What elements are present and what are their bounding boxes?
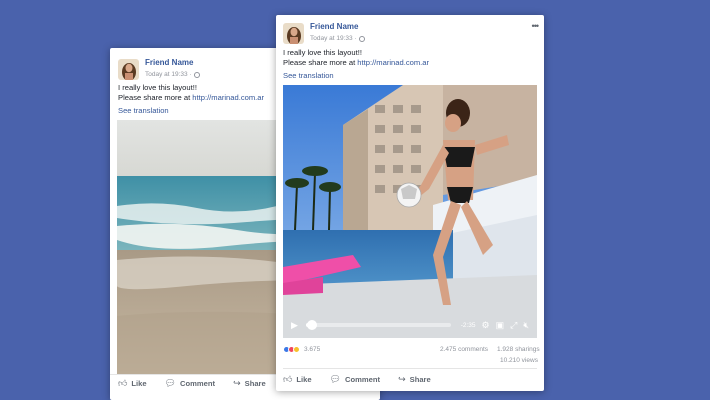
share-button[interactable]: ↪ Share xyxy=(233,378,266,389)
author-name[interactable]: Friend Name xyxy=(310,21,365,33)
fullscreen-icon[interactable]: ⤢ xyxy=(510,320,517,330)
post-link[interactable]: http://marinad.com.ar xyxy=(192,93,264,102)
play-icon[interactable]: ▶ xyxy=(291,320,298,330)
post-link[interactable]: http://marinad.com.ar xyxy=(357,58,429,67)
like-button[interactable]: 👍︎ Like xyxy=(283,374,312,385)
more-dots-icon[interactable]: ••• xyxy=(532,21,540,31)
share-icon: ↪ xyxy=(233,378,241,388)
post-actions: 👍︎ Like 💬︎ Comment ↪ Share xyxy=(283,374,449,385)
author-name[interactable]: Friend Name xyxy=(145,57,200,69)
globe-icon xyxy=(193,72,200,78)
globe-icon xyxy=(358,36,365,42)
sharings-count[interactable]: 1.928 sharings xyxy=(497,346,540,353)
divider xyxy=(283,368,537,369)
comment-button[interactable]: 💬︎ Comment xyxy=(330,374,380,385)
wow-reaction-icon xyxy=(293,346,300,353)
front-post-card: Friend Name Today at 19:33 · ••• I reall… xyxy=(276,15,544,391)
avatar[interactable] xyxy=(283,22,304,44)
progress-handle[interactable] xyxy=(306,320,317,330)
reactions-summary[interactable]: 3.675 xyxy=(283,346,320,353)
like-button[interactable]: 👍︎ Like xyxy=(118,378,147,389)
video-player[interactable]: ▶ -2:35 ⚙ ▣ ⤢ 🔇︎ xyxy=(283,85,537,338)
reaction-count: 3.675 xyxy=(304,346,321,353)
settings-icon[interactable]: ⚙ xyxy=(482,320,490,330)
see-translation-link[interactable]: See translation xyxy=(283,71,334,80)
post-text: I really love this layout!! Please share… xyxy=(283,48,430,67)
timestamp: Today at 19:33 · xyxy=(310,33,365,45)
timestamp: Today at 19:33 · xyxy=(145,69,200,81)
share-button[interactable]: ↪ Share xyxy=(398,374,431,385)
video-controls: ▶ -2:35 ⚙ ▣ ⤢ 🔇︎ xyxy=(283,312,537,338)
mute-icon[interactable]: 🔇︎ xyxy=(523,320,529,330)
post-header: Friend Name Today at 19:33 · xyxy=(118,57,200,81)
comments-count[interactable]: 2.475 comments xyxy=(440,346,488,353)
avatar[interactable] xyxy=(118,58,139,80)
comment-icon: 💬︎ xyxy=(329,374,342,384)
share-icon: ↪ xyxy=(398,374,406,384)
thumbs-up-icon: 👍︎ xyxy=(283,374,293,384)
comment-icon: 💬︎ xyxy=(164,378,177,388)
pip-icon[interactable]: ▣ xyxy=(496,320,505,330)
video-frame xyxy=(283,85,537,338)
post-actions: 👍︎ Like 💬︎ Comment ↪ Share xyxy=(118,378,284,389)
comment-button[interactable]: 💬︎ Comment xyxy=(165,378,215,389)
thumbs-up-icon: 👍︎ xyxy=(118,378,128,388)
time-remaining: -2:35 xyxy=(460,321,476,329)
see-translation-link[interactable]: See translation xyxy=(118,106,169,115)
views-count: 10.210 views xyxy=(500,357,538,364)
video-progress-bar[interactable] xyxy=(305,320,451,330)
post-header: Friend Name Today at 19:33 · xyxy=(283,21,365,45)
